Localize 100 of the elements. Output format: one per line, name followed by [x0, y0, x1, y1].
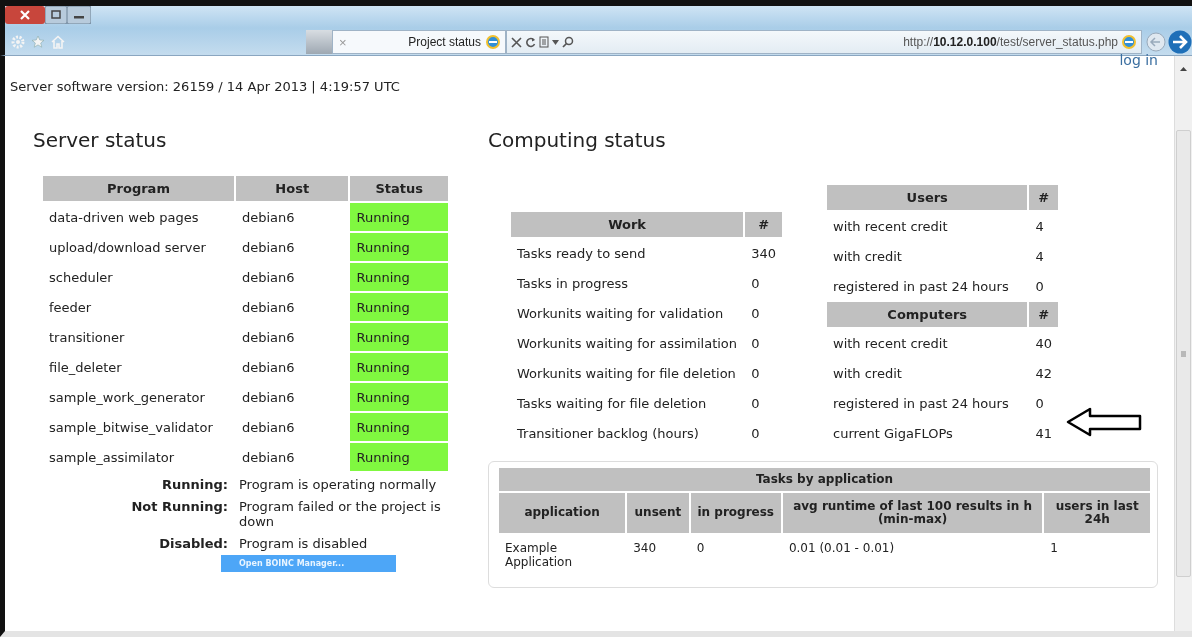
- table-cell-text: debian6: [240, 418, 296, 437]
- table-cell-text: 0: [695, 540, 706, 557]
- tab-title: Project status: [408, 35, 481, 49]
- table-cell-text: debian6: [240, 268, 296, 287]
- table-title: Tasks by application: [499, 468, 1150, 491]
- table-cell-text: with recent credit: [832, 217, 949, 236]
- column-header: unsent: [627, 493, 689, 533]
- status-cell: Running: [350, 263, 448, 291]
- table-cell-text: scheduler: [48, 268, 114, 287]
- version-text: Server software version: 26159 / 14 Apr 2013 | 4:19:57 UTC: [10, 79, 401, 94]
- legend-term: Not Running:: [130, 499, 228, 516]
- table-cell-text: Tasks in progress: [516, 274, 630, 293]
- table-cell-text: sample_bitwise_validator: [48, 418, 214, 437]
- table-cell-text: with credit: [832, 364, 903, 383]
- table-cell-text: debian6: [240, 208, 296, 227]
- scrollbar[interactable]: [1174, 56, 1192, 631]
- section-title: Server status: [33, 128, 167, 152]
- table-cell-text: current GigaFLOPs: [832, 424, 954, 443]
- table-cell-text: 0: [1034, 277, 1045, 296]
- table-cell-text: 40: [1034, 334, 1053, 353]
- table-cell-text: 0.01 (0.01 - 0.01): [787, 540, 896, 557]
- login-link[interactable]: log in: [1119, 52, 1158, 68]
- column-header: #: [1029, 185, 1058, 210]
- address-bar[interactable]: http://10.12.0.100/test/server_status.php: [506, 30, 1142, 54]
- column-header: #: [1029, 302, 1058, 327]
- table-cell-text: 4: [1034, 247, 1045, 266]
- legend-description: Program failed or the project is down: [239, 499, 442, 529]
- address-url[interactable]: http://10.12.0.100/test/server_status.php: [903, 35, 1118, 49]
- column-header: users in last 24h: [1044, 493, 1150, 533]
- table-cell-text: 42: [1034, 364, 1053, 383]
- table-cell-text: feeder: [48, 298, 93, 317]
- table-cell-text: Workunits waiting for file deletion: [516, 364, 737, 383]
- table-cell-text: debian6: [240, 238, 296, 257]
- column-header: Computers: [827, 302, 1028, 327]
- legend-description: Program is disabled: [239, 536, 369, 551]
- table-cell-text: 0: [750, 274, 761, 293]
- table-cell-text: 340: [632, 540, 658, 557]
- table-cell-text: debian6: [240, 448, 296, 467]
- table-cell-text: 0: [750, 334, 761, 353]
- table-cell-text: debian6: [240, 298, 296, 317]
- table-cell-text: Workunits waiting for assimilation: [516, 334, 739, 353]
- status-cell: Running: [350, 383, 448, 411]
- stop-icon[interactable]: [511, 36, 522, 48]
- table-cell-text: registered in past 24 hours: [832, 277, 1010, 296]
- table-cell-text: 0: [750, 424, 761, 443]
- restore-icon[interactable]: [45, 6, 67, 24]
- legend-term: Disabled:: [158, 536, 228, 551]
- table-cell-text: transitioner: [48, 328, 126, 347]
- table-cell-text: Workunits waiting for validation: [516, 304, 725, 323]
- status-cell: Running: [350, 443, 448, 471]
- caret-icon[interactable]: [552, 39, 559, 45]
- status-cell: Running: [350, 293, 448, 321]
- star-icon[interactable]: [31, 35, 45, 49]
- browser-tab[interactable]: × Project status: [332, 30, 506, 54]
- table-cell-text: debian6: [240, 388, 296, 407]
- table-cell-text: with credit: [832, 247, 903, 266]
- status-cell: Running: [350, 203, 448, 231]
- column-header: Program: [43, 176, 234, 201]
- legend-description: Program is operating normally: [239, 477, 438, 492]
- status-cell: Running: [350, 353, 448, 381]
- table-cell-text: data-driven web pages: [48, 208, 200, 227]
- column-header: avg runtime of last 100 results in h (min-max): [782, 493, 1043, 533]
- table-cell-text: sample_work_generator: [48, 388, 206, 407]
- minimize-icon[interactable]: [67, 6, 91, 24]
- table-cell-text: 4: [1034, 217, 1045, 236]
- table-cell-text: 340: [750, 244, 777, 263]
- column-header: #: [745, 212, 782, 237]
- table-cell-text: 1: [1049, 540, 1059, 557]
- table-cell-text: debian6: [240, 328, 296, 347]
- table-cell-text: 0: [750, 394, 761, 413]
- close-icon[interactable]: [5, 6, 45, 24]
- table-cell-text: Tasks ready to send: [516, 244, 647, 263]
- search-icon[interactable]: [562, 36, 574, 48]
- status-cell: Running: [350, 323, 448, 351]
- arrow-icon: [1066, 407, 1142, 437]
- table-cell-text: upload/download server: [48, 238, 207, 257]
- column-header: Host: [235, 176, 349, 201]
- table-cell-text: file_deleter: [48, 358, 123, 377]
- scroll-thumb[interactable]: [1176, 130, 1191, 577]
- table-cell-text: sample_assimilator: [48, 448, 176, 467]
- table-cell-text: 0: [750, 304, 761, 323]
- table-cell-text: 0: [1034, 394, 1045, 413]
- browser-icon: [485, 34, 501, 50]
- table-cell-text: debian6: [240, 358, 296, 377]
- column-header: in progress: [690, 493, 781, 533]
- status-cell: Running: [350, 413, 448, 441]
- legend-term: Running:: [161, 477, 228, 492]
- column-header: Users: [827, 185, 1028, 210]
- table-cell-text: 41: [1034, 424, 1053, 443]
- section-title: Computing status: [488, 128, 666, 152]
- column-header: Status: [350, 176, 448, 201]
- scroll-up-icon[interactable]: [1180, 67, 1187, 71]
- table-cell-text: Transitioner backlog (hours): [516, 424, 700, 443]
- page-icon[interactable]: [539, 36, 549, 48]
- grip-icon: [1181, 350, 1186, 357]
- refresh-icon[interactable]: [525, 36, 536, 48]
- table-cell-text: registered in past 24 hours: [832, 394, 1010, 413]
- table-cell-text: 0: [750, 364, 761, 383]
- forward-icon[interactable]: [1168, 30, 1192, 54]
- status-cell: Running: [350, 233, 448, 261]
